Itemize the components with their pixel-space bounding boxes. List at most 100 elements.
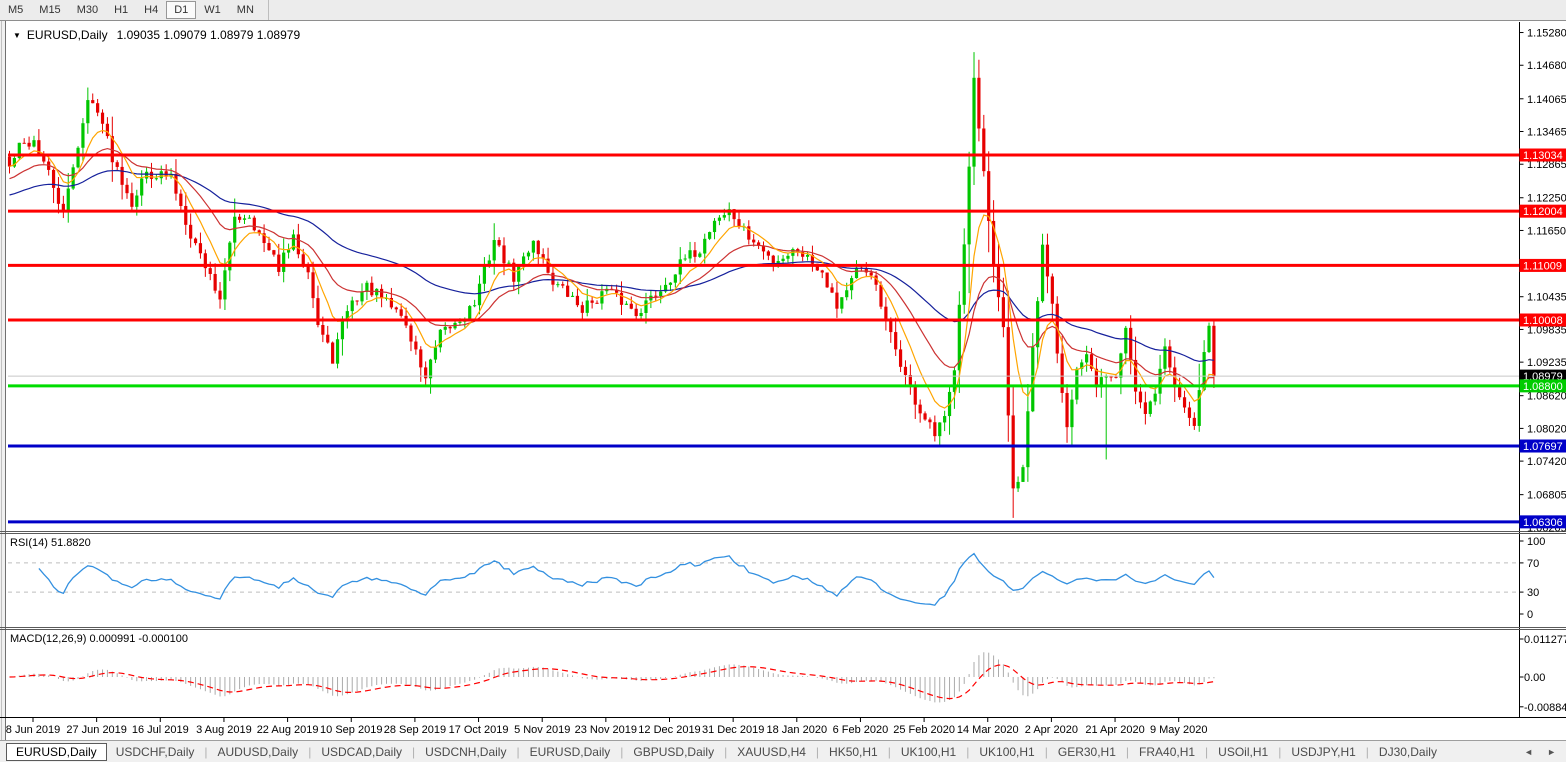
candle-body: [693, 250, 696, 257]
candle-body: [703, 239, 706, 254]
timeframe-button-h4[interactable]: H4: [136, 1, 166, 19]
candle-body: [473, 305, 476, 306]
candle-body: [365, 283, 368, 292]
candle-body: [972, 78, 975, 167]
timeframe-button-h1[interactable]: H1: [106, 1, 136, 19]
candle-body: [1114, 377, 1117, 378]
tab-item-usdcnh-daily[interactable]: USDCNH,Daily: [416, 744, 515, 760]
candle-body: [527, 253, 530, 257]
timeframe-button-m5[interactable]: M5: [0, 1, 31, 19]
candle-body: [321, 325, 324, 335]
tab-item-usdcad-daily[interactable]: USDCAD,Daily: [312, 744, 411, 760]
candle-body: [684, 258, 687, 259]
tab-item-gbpusd-daily[interactable]: GBPUSD,Daily: [624, 744, 723, 760]
tab-item-audusd-daily[interactable]: AUDUSD,Daily: [209, 744, 308, 760]
rsi-tick-label: 30: [1527, 587, 1539, 599]
candle-body: [889, 321, 892, 332]
candle-body: [517, 266, 520, 282]
candle-body: [556, 284, 559, 285]
candle-body: [639, 313, 642, 316]
tab-scroll-left-icon[interactable]: ◄: [1524, 747, 1533, 757]
candle-body: [209, 268, 212, 274]
price-tick-label: 1.13465: [1527, 126, 1566, 138]
candle-body: [576, 296, 579, 305]
candle-body: [297, 234, 300, 254]
candle-body: [409, 325, 412, 341]
tab-item-uk100-h1[interactable]: UK100,H1: [970, 744, 1043, 760]
tab-scroll-right-icon[interactable]: ►: [1547, 747, 1556, 757]
chart-symbol-label: EURUSD,Daily: [27, 28, 108, 42]
timeframe-button-w1[interactable]: W1: [196, 1, 229, 19]
rsi-tick-label: 0: [1527, 609, 1533, 621]
timeframe-button-m15[interactable]: M15: [31, 1, 68, 19]
candle-body: [752, 240, 755, 243]
candle-body: [277, 255, 280, 272]
price-tick-label: 1.07420: [1527, 456, 1566, 468]
price-tick-label: 1.08020: [1527, 423, 1566, 435]
candle-body: [654, 296, 657, 297]
candle-body: [835, 293, 838, 309]
tab-item-usdjpy-h1[interactable]: USDJPY,H1: [1282, 744, 1364, 760]
candle-body: [899, 349, 902, 366]
tab-item-hk50-h1[interactable]: HK50,H1: [820, 744, 887, 760]
candle-body: [81, 123, 84, 148]
candle-body: [336, 339, 339, 363]
chart-canvas[interactable]: 1.152801.146801.140651.134651.128651.122…: [0, 20, 1566, 740]
date-tick-label: 31 Dec 2019: [702, 724, 764, 736]
tab-item-usoil-h1[interactable]: USOil,H1: [1209, 744, 1277, 760]
candle-body: [351, 301, 354, 312]
date-tick-label: 12 Dec 2019: [638, 724, 700, 736]
candle-body: [821, 270, 824, 272]
tab-item-uk100-h1[interactable]: UK100,H1: [892, 744, 965, 760]
candle-body: [1119, 353, 1122, 377]
candle-body: [223, 270, 226, 299]
candle-body: [982, 128, 985, 171]
candle-body: [184, 206, 187, 225]
candle-body: [502, 245, 505, 263]
candle-body: [845, 290, 848, 297]
candle-body: [498, 240, 501, 245]
candle-body: [1046, 245, 1049, 277]
symbol-dropdown-icon[interactable]: ▼: [13, 31, 21, 40]
candle-body: [767, 251, 770, 255]
candle-body: [566, 286, 569, 297]
date-tick-label: 16 Jul 2019: [132, 724, 189, 736]
tab-item-xauusd-h4[interactable]: XAUUSD,H4: [728, 744, 815, 760]
tab-item-dj30-daily[interactable]: DJ30,Daily: [1370, 744, 1446, 760]
tab-item-eurusd-daily[interactable]: EURUSD,Daily: [6, 743, 107, 761]
timeframe-button-m30[interactable]: M30: [69, 1, 106, 19]
tab-scroll-controls: ◄►: [1524, 747, 1556, 757]
candle-body: [943, 416, 946, 422]
candle-body: [1002, 297, 1005, 327]
chart-ohlc-values: 1.09035 1.09079 1.08979 1.08979: [117, 28, 301, 42]
timeframe-button-mn[interactable]: MN: [229, 1, 262, 19]
candle-body: [121, 167, 124, 185]
candle-body: [370, 283, 373, 296]
rsi-tick-label: 70: [1527, 558, 1539, 570]
candle-body: [91, 100, 94, 103]
chart-header: ▼ EURUSD,Daily 1.09035 1.09079 1.08979 1.0…: [13, 28, 300, 42]
candle-body: [27, 143, 30, 147]
candle-body: [532, 241, 535, 253]
tab-item-usdchf-daily[interactable]: USDCHF,Daily: [107, 744, 204, 760]
candle-body: [644, 300, 647, 313]
tab-item-eurusd-daily[interactable]: EURUSD,Daily: [521, 744, 620, 760]
candle-body: [380, 289, 383, 298]
candle-body: [723, 215, 726, 218]
candle-body: [1041, 245, 1044, 301]
candle-body: [968, 167, 971, 245]
candle-body: [326, 335, 329, 343]
tab-item-fra40-h1[interactable]: FRA40,H1: [1130, 744, 1204, 760]
tab-item-ger30-h1[interactable]: GER30,H1: [1049, 744, 1125, 760]
price-level-label: 1.10008: [1523, 315, 1563, 327]
toolbar-separator: [268, 0, 269, 20]
candle-body: [997, 265, 1000, 297]
candle-body: [395, 307, 398, 309]
candle-body: [914, 387, 917, 405]
date-tick-label: 25 Feb 2020: [893, 724, 955, 736]
timeframe-button-d1[interactable]: D1: [166, 1, 196, 19]
price-level-label: 1.13034: [1523, 150, 1563, 162]
candle-body: [179, 194, 182, 206]
date-tick-label: 8 Jun 2019: [6, 724, 60, 736]
candle-body: [586, 300, 589, 312]
